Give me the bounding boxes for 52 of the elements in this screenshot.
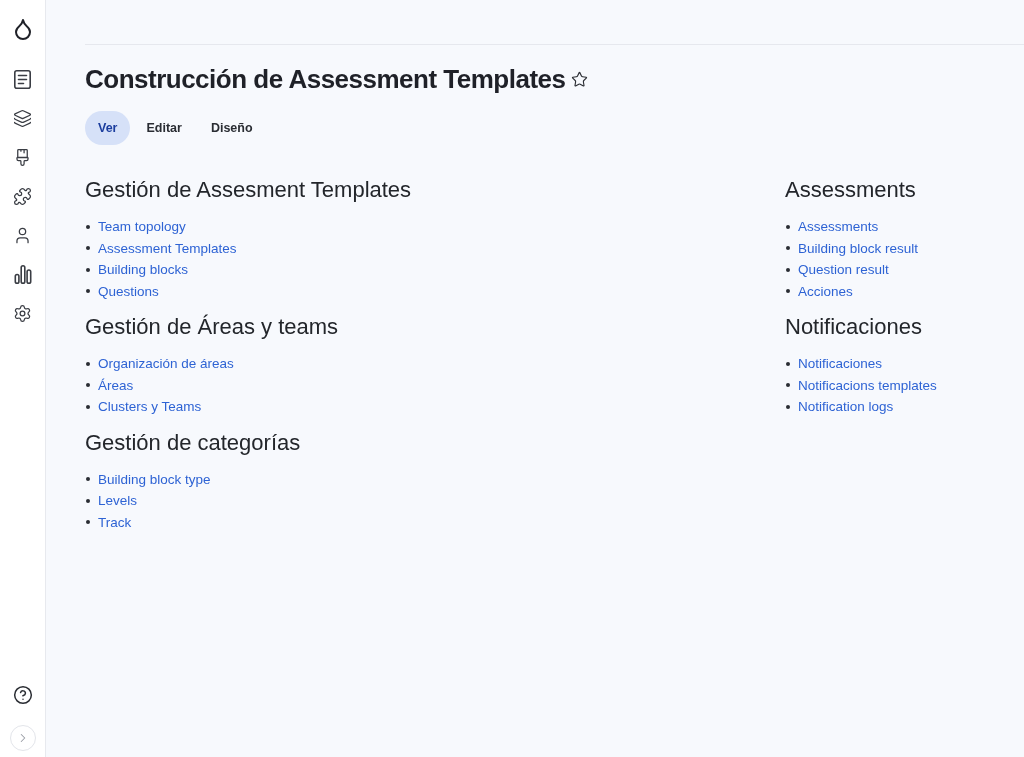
bullet-icon: [86, 520, 90, 525]
help-icon[interactable]: [12, 685, 33, 705]
bullet-icon: [786, 404, 790, 409]
nav-link[interactable]: Building block result: [798, 240, 919, 256]
bullet-icon: [786, 246, 790, 251]
nav-link[interactable]: Clusters y Teams: [98, 399, 202, 415]
nav-link[interactable]: Track: [98, 514, 132, 530]
bullet-icon: [786, 383, 790, 388]
nav-link[interactable]: Notificacions templates: [798, 377, 937, 393]
layers-icon[interactable]: [13, 109, 32, 128]
nav-link[interactable]: Organización de áreas: [98, 356, 234, 372]
nav-link[interactable]: Notificaciones: [798, 356, 883, 372]
tab[interactable]: Editar: [133, 111, 195, 145]
nav-link[interactable]: Team topology: [98, 219, 186, 235]
section-heading: Gestión de categorías: [85, 428, 302, 457]
bullet-icon: [86, 404, 90, 409]
section-heading: Assessments: [785, 176, 917, 204]
bullet-icon: [86, 246, 90, 251]
bullet-icon: [86, 361, 90, 366]
nav-link[interactable]: Levels: [98, 493, 138, 509]
bar-chart-icon[interactable]: [13, 265, 32, 284]
bullet-icon: [786, 224, 790, 229]
bullet-icon: [86, 289, 90, 294]
nav-link[interactable]: Áreas: [98, 377, 134, 393]
brush-icon[interactable]: [13, 148, 32, 167]
bullet-icon: [786, 361, 790, 366]
star-icon[interactable]: [571, 70, 589, 88]
bullet-icon: [86, 477, 90, 482]
nav-link[interactable]: Building block type: [98, 471, 211, 487]
document-icon[interactable]: [13, 70, 32, 89]
page-title: Construcción de Assessment Templates: [85, 63, 566, 96]
section-heading: Gestión de Assesment Templates: [85, 176, 413, 204]
bullet-icon: [86, 267, 90, 272]
nav-link[interactable]: Acciones: [798, 283, 853, 299]
nav-link[interactable]: Building blocks: [98, 262, 189, 278]
puzzle-icon[interactable]: [13, 187, 32, 206]
settings-icon[interactable]: [13, 304, 32, 323]
tab[interactable]: Ver: [85, 111, 131, 145]
tab[interactable]: Diseño: [197, 111, 266, 145]
bullet-icon: [86, 498, 90, 503]
nav-link[interactable]: Notification logs: [798, 399, 894, 415]
user-icon[interactable]: [13, 226, 32, 245]
nav-link[interactable]: Questions: [98, 283, 159, 299]
bullet-icon: [786, 267, 790, 272]
nav-link[interactable]: Question result: [798, 262, 889, 278]
nav-link[interactable]: Assessment Templates: [98, 240, 237, 256]
bullet-icon: [86, 383, 90, 388]
section-heading: Gestión de Áreas y teams: [85, 313, 340, 341]
section-heading: Notificaciones: [785, 313, 923, 341]
bullet-icon: [86, 224, 90, 229]
nav-link[interactable]: Assessments: [798, 219, 879, 235]
bullet-icon: [786, 289, 790, 294]
